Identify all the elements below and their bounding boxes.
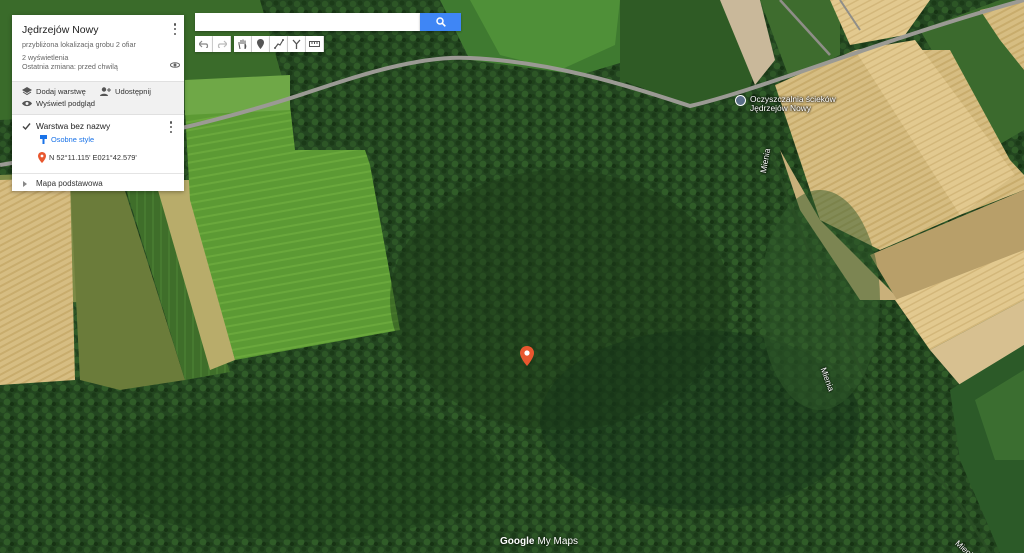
wastewater-plant-icon[interactable]	[735, 95, 746, 106]
add-person-icon	[100, 87, 111, 96]
layer-name[interactable]: Warstwa bez nazwy	[36, 121, 110, 131]
place-coordinates: N 52°11.115' E021°42.579'	[49, 153, 137, 162]
panel-actions: Dodaj warstwę Udostępnij Wyświetl podglą…	[12, 81, 184, 115]
eye-off-icon[interactable]	[170, 61, 180, 69]
search-button[interactable]	[420, 13, 461, 31]
add-layer-button[interactable]: Dodaj warstwę	[22, 87, 86, 96]
map-pin-icon	[38, 152, 46, 163]
add-layer-label: Dodaj warstwę	[36, 87, 86, 96]
basemap-section[interactable]: Mapa podstawowa	[12, 173, 184, 192]
search-input[interactable]	[195, 13, 420, 31]
ruler-icon	[309, 41, 320, 47]
add-marker-button[interactable]	[252, 36, 270, 52]
line-icon	[273, 39, 284, 49]
eye-icon	[22, 100, 32, 107]
layer-visibility-checkbox[interactable]	[22, 122, 31, 131]
layer-options-menu-icon[interactable]	[167, 121, 175, 133]
individual-styles-link[interactable]: Osobne style	[40, 135, 94, 144]
map-toolbar	[195, 36, 324, 52]
my-maps-logo-text: My Maps	[537, 536, 579, 547]
map-pin-icon[interactable]	[520, 346, 534, 366]
redo-icon	[217, 40, 227, 48]
undo-icon	[198, 40, 208, 48]
expand-arrow-icon[interactable]	[23, 181, 27, 187]
search-icon	[435, 17, 446, 27]
draw-line-button[interactable]	[270, 36, 288, 52]
google-my-maps-logo: Google My Maps	[500, 536, 578, 547]
hand-icon	[238, 39, 247, 49]
place-list-item[interactable]: N 52°11.115' E021°42.579'	[38, 152, 137, 163]
undo-button[interactable]	[195, 36, 213, 52]
individual-styles-label: Osobne style	[51, 135, 95, 144]
basemap-label: Mapa podstawowa	[36, 179, 103, 188]
paint-bucket-icon	[40, 135, 47, 144]
map-options-menu-icon[interactable]	[171, 23, 179, 35]
poi-label-line2: Jędrzejów Nowy	[750, 103, 811, 113]
map-title[interactable]: Jędrzejów Nowy	[22, 24, 98, 36]
measure-button[interactable]	[306, 36, 324, 52]
last-change: Ostatnia zmiana: przed chwilą	[22, 62, 118, 71]
map-description[interactable]: przybliżona lokalizacja grobu 2 ofiar	[22, 40, 136, 49]
layers-icon	[22, 87, 32, 96]
map-legend-panel: Jędrzejów Nowy przybliżona lokalizacja g…	[12, 15, 184, 191]
preview-button[interactable]: Wyświetl podgląd	[22, 99, 95, 108]
share-label: Udostępnij	[115, 87, 151, 96]
poi-label[interactable]: Oczyszczalnia ścieków Jędrzejów Nowy	[750, 95, 836, 113]
pan-tool-button[interactable]	[234, 36, 252, 52]
share-button[interactable]: Udostępnij	[100, 87, 151, 96]
marker-icon	[257, 39, 264, 49]
directions-button[interactable]	[288, 36, 306, 52]
preview-label: Wyświetl podgląd	[36, 99, 96, 108]
view-count: 2 wyświetlenia	[22, 53, 69, 62]
redo-button[interactable]	[213, 36, 231, 52]
route-icon	[292, 39, 301, 49]
google-logo-text: Google	[500, 536, 535, 547]
